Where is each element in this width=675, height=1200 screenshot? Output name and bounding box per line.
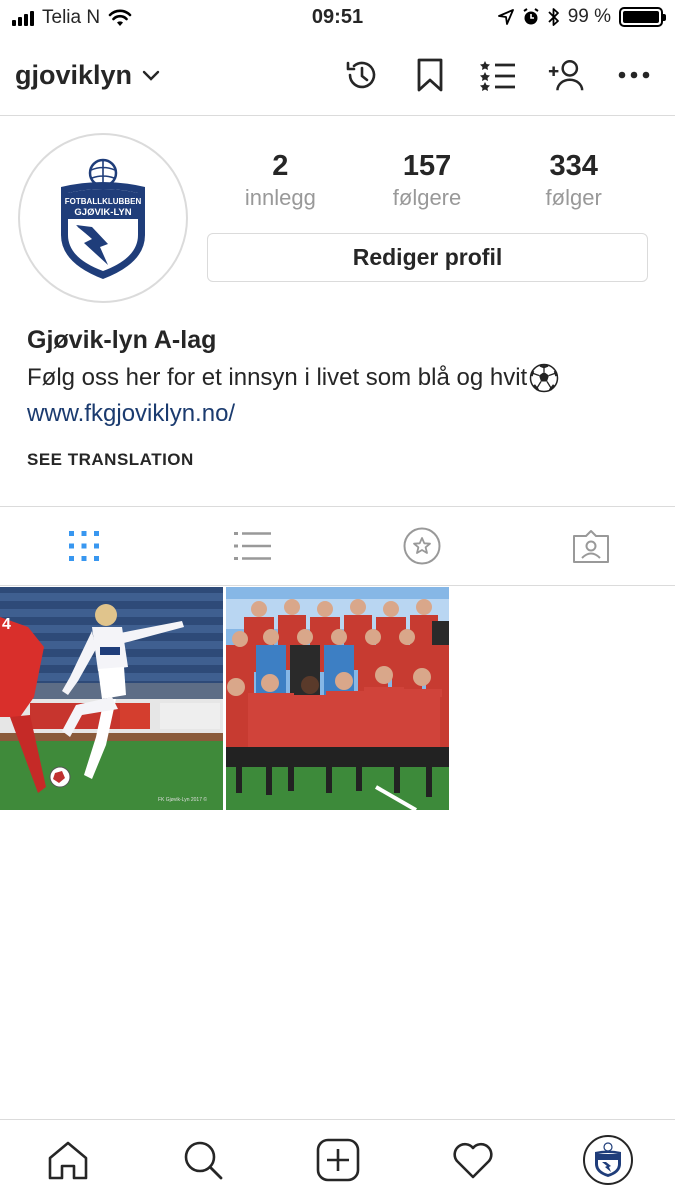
profile-tabs <box>0 506 675 586</box>
following-count[interactable]: 334 følger <box>500 150 647 211</box>
chevron-down-icon <box>142 70 160 81</box>
posts-count: 2 innlegg <box>207 150 354 211</box>
bookmark-icon[interactable] <box>411 56 449 94</box>
post-image-team-photo <box>226 587 449 810</box>
stat-value: 334 <box>549 150 598 182</box>
profile-name: Gjøvik-lyn A-lag <box>27 326 217 354</box>
see-translation-button[interactable]: SEE TRANSLATION <box>27 450 657 470</box>
post-image-player-kick: 4 FK Gjøvik-Lyn 2017 © <box>0 587 223 810</box>
battery-percent: 99 % <box>567 6 611 27</box>
crest-text-top: FOTBALLKLUBBEN <box>65 197 142 206</box>
profile-avatar[interactable]: FOTBALLKLUBBEN GJØVIK-LYN <box>18 133 188 303</box>
add-person-icon[interactable] <box>547 56 585 94</box>
search-icon <box>184 1141 222 1180</box>
battery-icon <box>619 7 666 27</box>
stat-value: 2 <box>272 150 289 182</box>
posts-grid: 4 FK Gjøvik-Lyn 2017 © <box>0 587 675 810</box>
bio-text-row: Følg oss her for et innsyn i livet som b… <box>27 363 657 393</box>
home-tab[interactable] <box>38 1130 98 1190</box>
soccer-ball-icon <box>529 363 559 393</box>
website-link[interactable]: www.fkgjoviklyn.no/ <box>27 400 657 428</box>
profile-bio: Gjøvik-lyn A-lag Følg oss her for et inn… <box>27 326 657 470</box>
location-arrow-icon <box>497 9 514 25</box>
followers-count[interactable]: 157 følgere <box>354 150 501 211</box>
bluetooth-icon <box>548 8 559 26</box>
tab-list[interactable] <box>169 507 338 585</box>
search-tab[interactable] <box>173 1130 233 1190</box>
activity-tab[interactable] <box>443 1130 503 1190</box>
svg-text:4: 4 <box>2 616 11 633</box>
archive-icon[interactable] <box>343 56 381 94</box>
discover-people-list-icon[interactable] <box>479 56 517 94</box>
stat-label: følger <box>545 185 602 210</box>
tab-tagged[interactable] <box>506 507 675 585</box>
bio-text: Følg oss her for et innsyn i livet som b… <box>27 364 528 391</box>
tagged-icon <box>572 530 609 563</box>
bottom-tab-bar <box>0 1119 675 1200</box>
username: gjoviklyn <box>15 60 133 90</box>
crest-text-bottom: GJØVIK-LYN <box>74 207 131 218</box>
club-crest-logo: FOTBALLKLUBBEN GJØVIK-LYN <box>29 144 177 292</box>
list-icon <box>234 532 272 560</box>
alarm-icon <box>523 8 539 25</box>
profile-stats: 2 innlegg 157 følgere 334 følger <box>207 150 647 211</box>
account-switcher[interactable]: gjoviklyn <box>15 60 160 91</box>
tab-grid[interactable] <box>0 507 169 585</box>
home-icon <box>48 1141 87 1180</box>
profile-avatar-small <box>582 1135 633 1185</box>
grid-icon <box>69 531 100 561</box>
activity-heart-icon <box>452 1142 493 1179</box>
saved-star-icon <box>403 527 441 565</box>
profile-tab[interactable] <box>578 1130 638 1190</box>
stat-value: 157 <box>402 150 452 182</box>
status-bar: Telia N 09:51 99 % <box>0 0 675 38</box>
tab-saved[interactable] <box>338 507 507 585</box>
profile-header-bar: gjoviklyn <box>0 40 675 116</box>
post-thumbnail[interactable]: 4 FK Gjøvik-Lyn 2017 © <box>0 587 223 810</box>
new-post-tab[interactable] <box>308 1130 368 1190</box>
edit-profile-button[interactable]: Rediger profil <box>207 233 648 282</box>
stat-label: følgere <box>392 185 462 210</box>
club-crest-small-icon <box>594 1142 621 1177</box>
new-post-icon <box>316 1138 359 1182</box>
photo-credit: FK Gjøvik-Lyn 2017 © <box>158 796 207 803</box>
more-icon[interactable] <box>615 56 653 94</box>
post-thumbnail[interactable] <box>226 587 449 810</box>
stat-label: innlegg <box>244 185 316 210</box>
